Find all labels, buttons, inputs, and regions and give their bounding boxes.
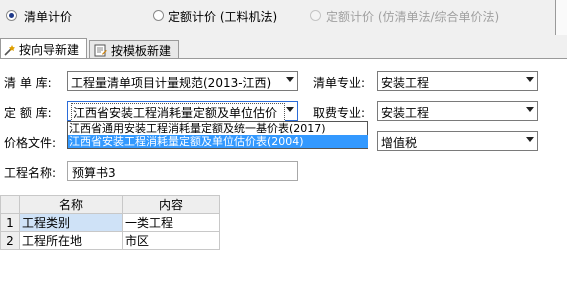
list-lib-value: 工程量清单项目计量规范(2013-江西) bbox=[71, 76, 272, 90]
dropdown-option[interactable]: 江西省通用安装工程消耗量定额及统一基价表(2017) bbox=[68, 122, 368, 135]
row-name[interactable]: 工程所在地 bbox=[19, 231, 123, 250]
fee-major-select[interactable]: 安装工程 bbox=[377, 101, 538, 121]
dropdown-option-selected[interactable]: 江西省安装工程消耗量定额及单位估价表(2004) bbox=[68, 135, 368, 148]
row-index: 2 bbox=[0, 231, 20, 250]
radio-quota-pricing-composite-label: 定额计价 (仿清单法/综合单价法) bbox=[326, 10, 500, 24]
project-name-value: 预算书3 bbox=[72, 166, 116, 180]
quota-lib-label: 定 额 库: bbox=[4, 106, 52, 120]
price-file-label: 价格文件: bbox=[4, 136, 57, 150]
quota-lib-select[interactable]: 江西省安装工程消耗量定额及单位估价 bbox=[67, 101, 298, 122]
fee-major-value: 安装工程 bbox=[381, 106, 430, 120]
list-lib-select[interactable]: 工程量清单项目计量规范(2013-江西) bbox=[67, 71, 298, 91]
tax-value: 增值税 bbox=[381, 136, 418, 150]
row-index: 1 bbox=[0, 213, 20, 232]
chevron-down-icon bbox=[526, 77, 534, 82]
grid-col-name[interactable]: 名称 bbox=[19, 195, 123, 214]
chevron-down-icon bbox=[286, 107, 294, 112]
window-edge bbox=[555, 0, 567, 35]
row-content[interactable]: 市区 bbox=[122, 231, 220, 250]
project-name-input[interactable]: 预算书3 bbox=[67, 161, 298, 181]
table-row[interactable]: 1 工程类别 一类工程 bbox=[0, 213, 220, 232]
list-major-value: 安装工程 bbox=[381, 76, 430, 90]
radio-quota-pricing-composite-button bbox=[310, 10, 321, 21]
grid-col-content[interactable]: 内容 bbox=[122, 195, 220, 214]
grid-corner bbox=[0, 195, 20, 214]
radio-quota-pricing-labor-label[interactable]: 定额计价 (工料机法) bbox=[168, 8, 277, 25]
radio-quota-pricing-labor-button[interactable] bbox=[153, 10, 164, 21]
grid-header-row: 名称 内容 bbox=[0, 195, 220, 214]
row-content[interactable]: 一类工程 bbox=[122, 213, 220, 232]
tab-template-new-label: 按模板新建 bbox=[111, 44, 172, 58]
chevron-down-icon bbox=[286, 77, 294, 82]
radio-selected-dot bbox=[9, 13, 14, 18]
tax-select[interactable]: 增值税 bbox=[377, 131, 538, 151]
template-icon bbox=[94, 44, 107, 57]
tab-wizard-new-label: 按向导新建 bbox=[19, 43, 80, 57]
project-info-grid: 名称 内容 1 工程类别 一类工程 2 工程所在地 市区 bbox=[0, 195, 220, 250]
radio-list-pricing-label[interactable]: 清单计价 bbox=[24, 8, 72, 25]
table-row[interactable]: 2 工程所在地 市区 bbox=[0, 231, 220, 250]
list-major-label: 清单专业: bbox=[313, 76, 366, 90]
quota-lib-value: 江西省安装工程消耗量定额及单位估价 bbox=[71, 103, 285, 122]
row-name[interactable]: 工程类别 bbox=[19, 213, 123, 232]
chevron-down-icon bbox=[526, 137, 534, 142]
fee-major-label: 取费专业: bbox=[313, 106, 366, 120]
tab-wizard-new[interactable]: 按向导新建 bbox=[0, 38, 87, 60]
radio-list-pricing-button[interactable] bbox=[6, 10, 17, 21]
list-lib-label: 清 单 库: bbox=[4, 76, 52, 90]
list-major-select[interactable]: 安装工程 bbox=[377, 71, 538, 91]
project-name-label: 工程名称: bbox=[4, 166, 57, 180]
tab-template-new[interactable]: 按模板新建 bbox=[89, 40, 179, 60]
quota-lib-dropdown: 江西省通用安装工程消耗量定额及统一基价表(2017) 江西省安装工程消耗量定额及… bbox=[67, 121, 368, 149]
chevron-down-icon bbox=[526, 107, 534, 112]
wizard-icon bbox=[4, 44, 16, 56]
